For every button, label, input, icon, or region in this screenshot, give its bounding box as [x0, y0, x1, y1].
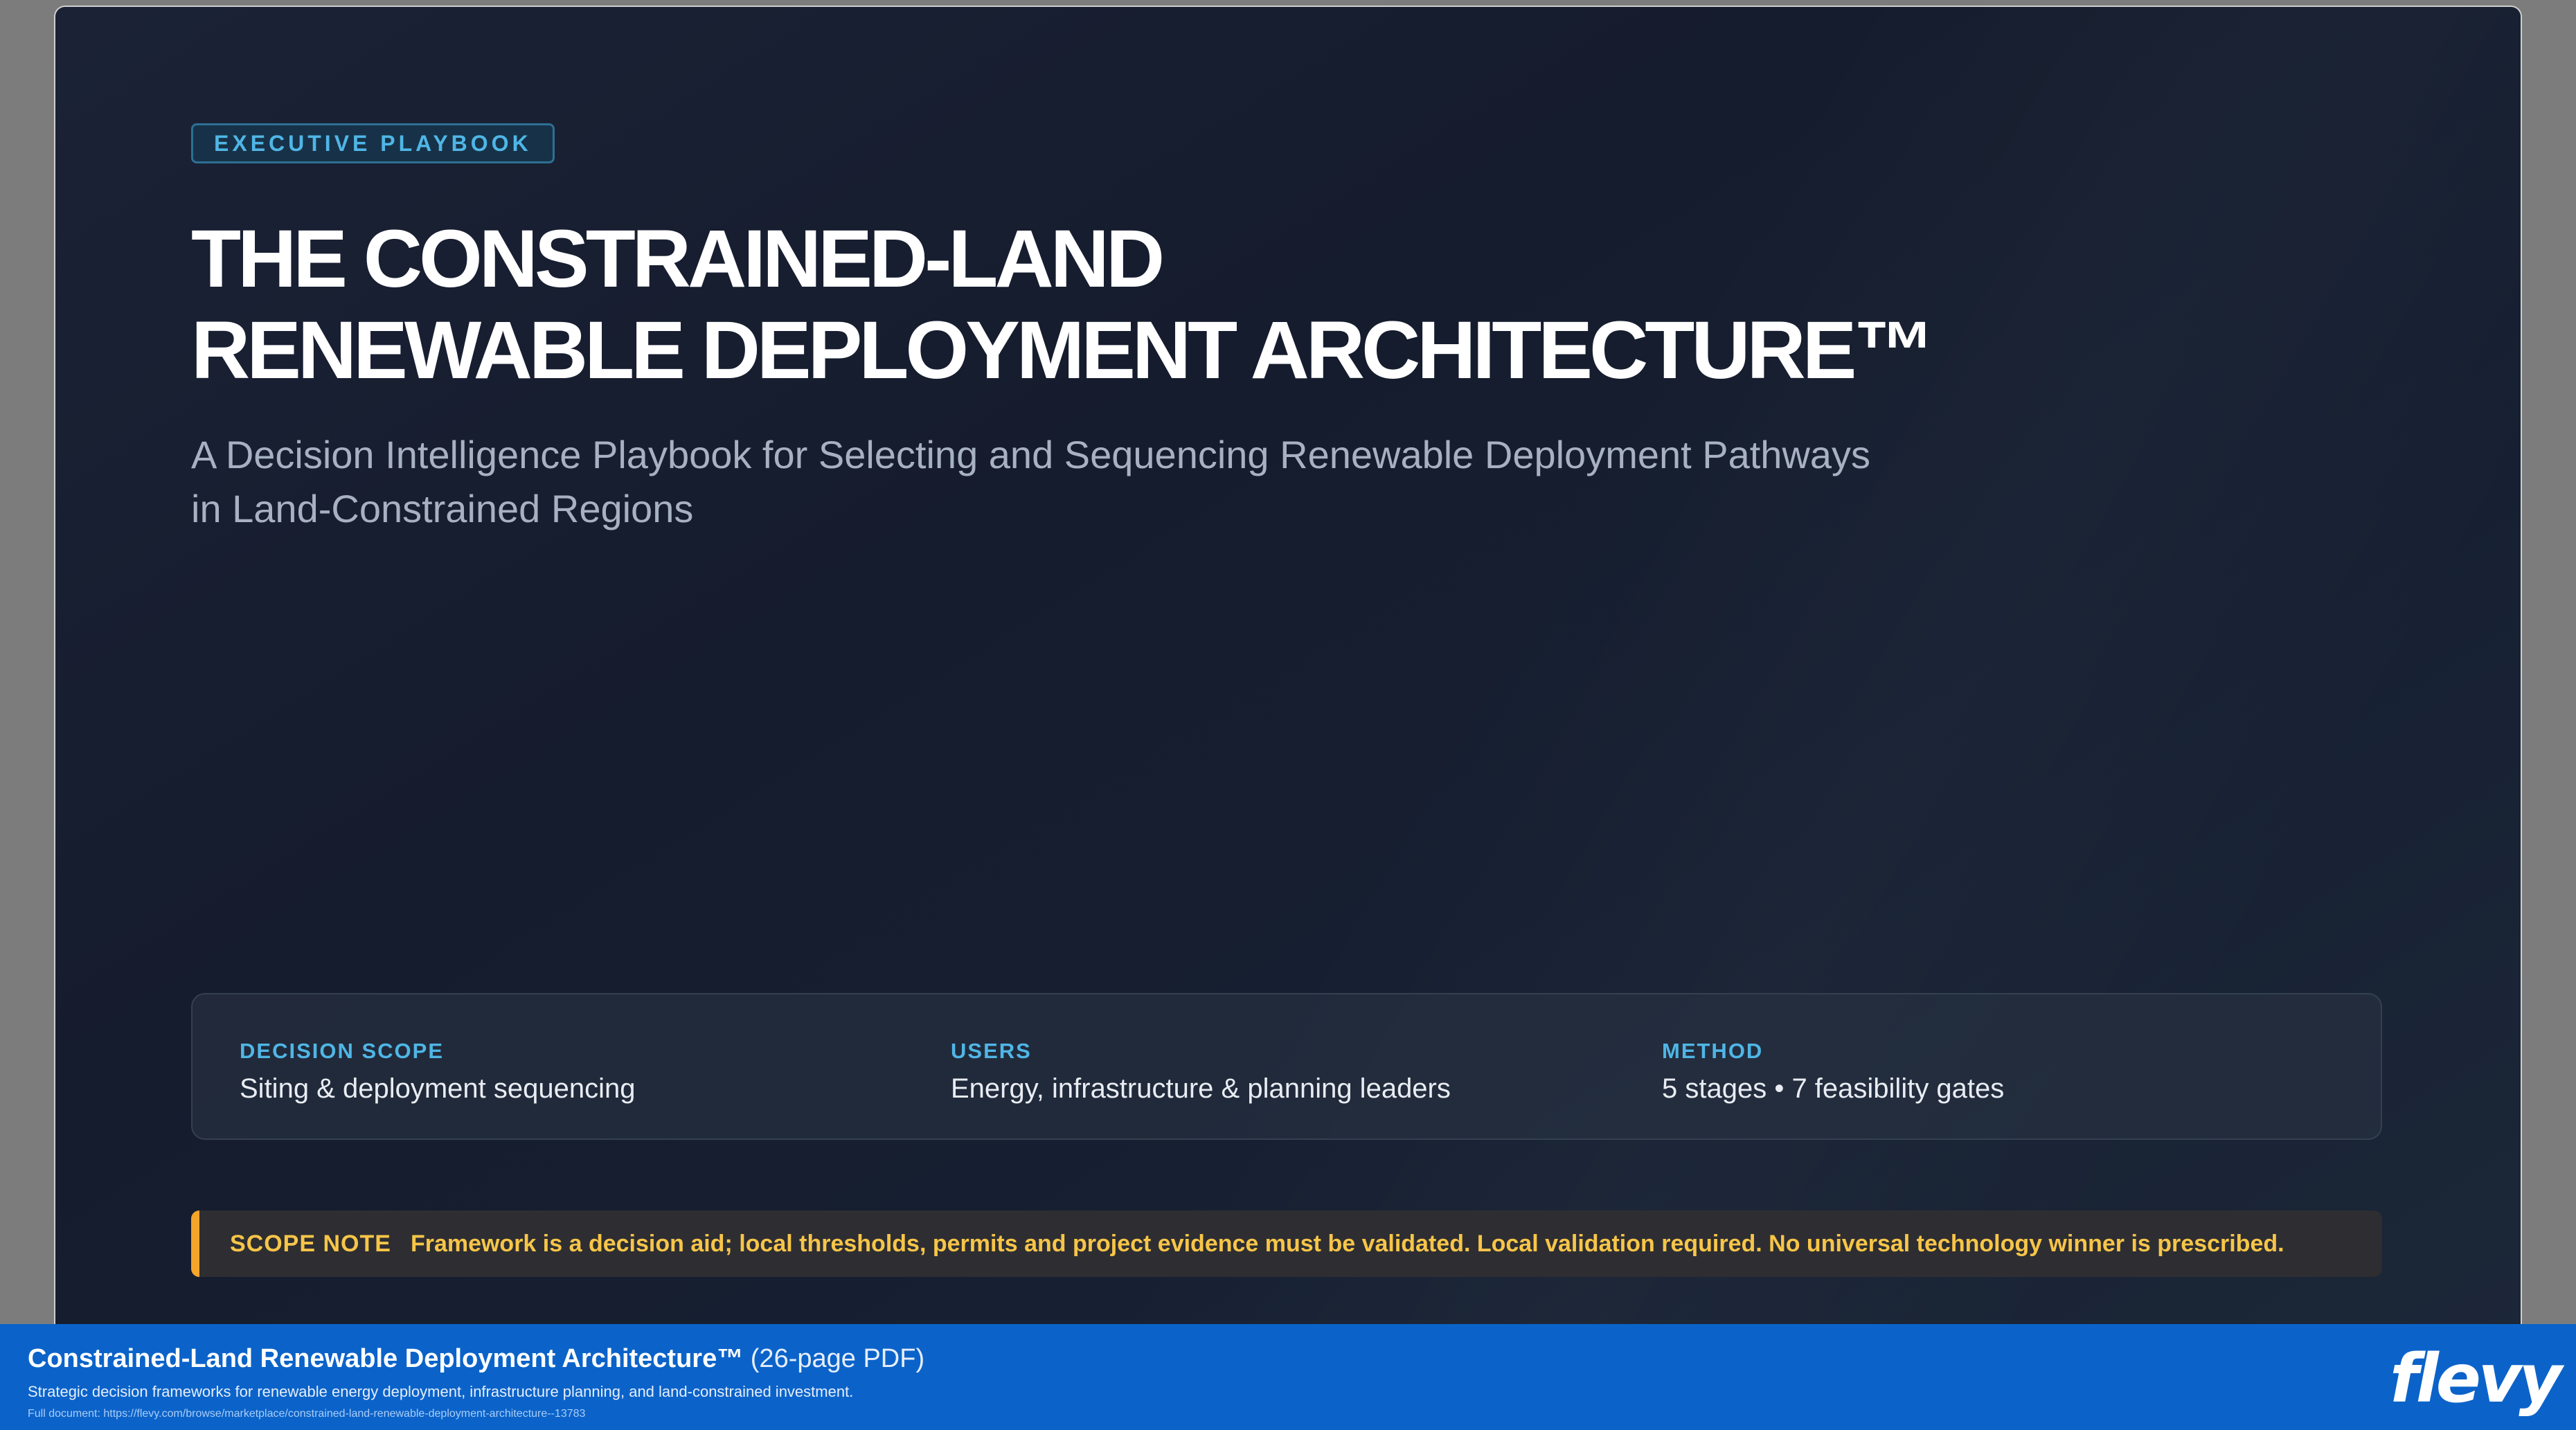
- subtitle-line-1: A Decision Intelligence Playbook for Sel…: [191, 433, 1871, 476]
- info-value: 5 stages • 7 feasibility gates: [1662, 1073, 2005, 1104]
- info-label: USERS: [951, 1039, 1032, 1063]
- scope-note-accent-bar: [191, 1210, 199, 1277]
- scope-note-label: SCOPE NOTE: [230, 1231, 391, 1257]
- title-line-1: THE CONSTRAINED-LAND: [191, 213, 1165, 305]
- info-method: METHOD 5 stages • 7 feasibility gates: [1662, 1037, 2004, 1108]
- footer-page-count: (26-page PDF): [750, 1344, 925, 1373]
- subtitle-line-2: in Land-Constrained Regions: [191, 487, 694, 530]
- info-label: METHOD: [1662, 1039, 1764, 1063]
- background-sheen: [55, 7, 2521, 1357]
- scope-note: SCOPE NOTE Framework is a decision aid; l…: [191, 1210, 2382, 1277]
- flevy-logo[interactable]: flevy: [2390, 1341, 2562, 1417]
- scope-note-content: SCOPE NOTE Framework is a decision aid; l…: [230, 1210, 2284, 1277]
- footer-description: Strategic decision frameworks for renewa…: [28, 1383, 854, 1400]
- footer-title[interactable]: Constrained-Land Renewable Deployment Ar…: [28, 1342, 924, 1375]
- page-title: THE CONSTRAINED-LAND RENEWABLE DEPLOYMEN…: [191, 213, 2130, 396]
- info-value: Energy, infrastructure & planning leader…: [951, 1073, 1451, 1104]
- info-decision-scope: DECISION SCOPE Siting & deployment seque…: [240, 1037, 635, 1108]
- subtitle: A Decision Intelligence Playbook for Sel…: [191, 428, 2061, 536]
- slide: EXECUTIVE PLAYBOOK THE CONSTRAINED-LAND …: [55, 7, 2521, 1357]
- info-panel: DECISION SCOPE Siting & deployment seque…: [191, 993, 2382, 1140]
- footer-banner[interactable]: Constrained-Land Renewable Deployment Ar…: [0, 1324, 2576, 1430]
- info-label: DECISION SCOPE: [240, 1039, 444, 1063]
- title-line-2: RENEWABLE DEPLOYMENT ARCHITECTURE™: [191, 305, 1935, 396]
- info-users: USERS Energy, infrastructure & planning …: [951, 1037, 1451, 1108]
- footer-document-link[interactable]: Full document: https://flevy.com/browse/…: [28, 1407, 585, 1421]
- info-value: Siting & deployment sequencing: [240, 1073, 636, 1104]
- scope-note-text: Framework is a decision aid; local thres…: [410, 1231, 2284, 1257]
- category-badge: EXECUTIVE PLAYBOOK: [191, 123, 555, 163]
- footer-document-title[interactable]: Constrained-Land Renewable Deployment Ar…: [28, 1344, 743, 1373]
